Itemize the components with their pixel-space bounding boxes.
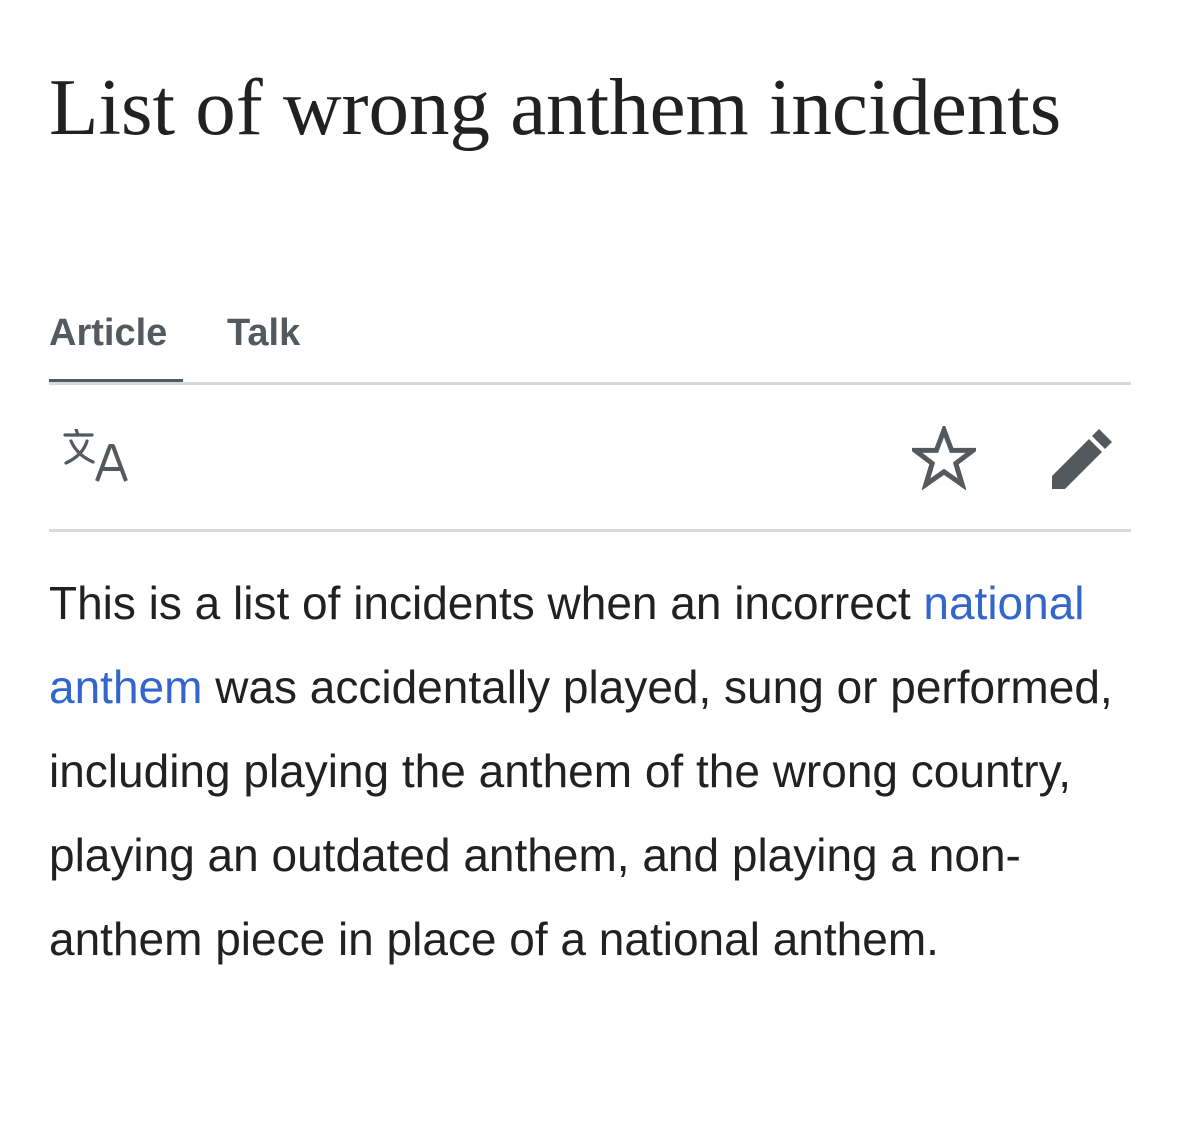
translate-icon[interactable] — [63, 427, 133, 485]
tab-article[interactable]: Article — [49, 308, 183, 385]
lead-paragraph: This is a list of incidents when an inco… — [49, 561, 1131, 981]
page-title: List of wrong anthem incidents — [49, 62, 1062, 152]
namespace-tabs: Article Talk — [49, 308, 300, 385]
lead-text-before-link: This is a list of incidents when an inco… — [49, 577, 924, 629]
article-page: List of wrong anthem incidents Article T… — [49, 0, 1131, 1123]
page-actions-toolbar — [49, 385, 1131, 529]
star-icon[interactable] — [907, 422, 981, 491]
pencil-icon[interactable] — [1052, 427, 1114, 489]
tab-talk[interactable]: Talk — [227, 308, 300, 385]
lead-text-after-link: was accidentally played, sung or perform… — [49, 661, 1113, 965]
toolbar-divider — [49, 529, 1131, 532]
